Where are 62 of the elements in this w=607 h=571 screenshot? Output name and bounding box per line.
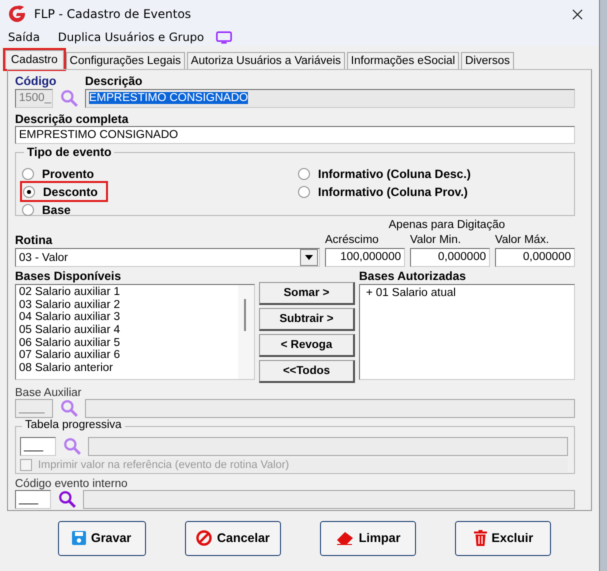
list-item[interactable]: 04 Salario auxiliar 3 [19, 311, 235, 324]
field-label: Base Auxiliar [15, 387, 82, 399]
list-item[interactable]: 03 Salario auxiliar 2 [19, 298, 235, 312]
scrollbar-thumb[interactable] [244, 299, 246, 331]
list-item[interactable]: 02 Salario auxiliar 1 [19, 286, 235, 299]
close-icon[interactable] [572, 8, 583, 20]
transfer-button[interactable]: <<Todos [259, 360, 355, 383]
menu-item[interactable]: Duplica Usuários e Grupo [58, 30, 204, 44]
list-item[interactable]: 06 Salario auxiliar 5 [19, 336, 235, 350]
tab[interactable]: Configurações Legais [66, 52, 185, 69]
field-label: Valor Máx. [495, 234, 550, 248]
transfer-button[interactable]: < Revoga [259, 334, 355, 357]
radio-option[interactable]: Base [22, 201, 79, 218]
list-title: Bases Disponíveis [15, 269, 122, 284]
field-label: Acréscimo [325, 234, 380, 248]
routine-dropdown[interactable]: 03 - Valor [15, 248, 320, 267]
list-item[interactable]: + 01 Salario atual [360, 285, 574, 300]
logo-icon [8, 5, 26, 23]
menu-item[interactable]: Saída [8, 30, 40, 44]
field-label: Rotina [15, 233, 54, 248]
max-value-field[interactable]: 0,000000 [495, 248, 575, 267]
list-item[interactable]: 08 Salario anterior [19, 362, 235, 375]
action-button[interactable]: Limpar [320, 520, 416, 556]
code-field[interactable]: ___ [20, 437, 56, 456]
prohibited-icon [196, 530, 212, 546]
tab[interactable]: Diversos [461, 52, 514, 69]
trash-icon [474, 530, 487, 546]
action-button[interactable]: Gravar [58, 520, 146, 556]
list-item[interactable]: 07 Salario auxiliar 6 [19, 349, 235, 362]
tab[interactable]: Cadastro [5, 50, 64, 69]
search-icon[interactable] [60, 89, 78, 107]
search-icon[interactable] [58, 490, 76, 508]
transfer-button[interactable]: Subtrair > [259, 308, 355, 331]
action-button[interactable]: Cancelar [184, 520, 281, 556]
search-icon[interactable] [63, 437, 81, 455]
field-label: Código evento interno [15, 478, 129, 490]
transfer-button[interactable]: Somar > [259, 282, 355, 305]
monitor-icon[interactable] [216, 30, 232, 44]
min-value-field[interactable]: 0,000000 [410, 248, 490, 267]
eraser-icon [336, 531, 354, 545]
radio-option[interactable]: Desconto [22, 183, 106, 200]
group-title: Tabela progressiva [22, 419, 125, 431]
field-label: Valor Min. [410, 234, 462, 248]
dropdown-arrow-icon [305, 255, 313, 260]
code-field[interactable]: ___ [15, 490, 51, 509]
action-button[interactable]: Excluir [455, 520, 552, 556]
search-icon[interactable] [60, 399, 78, 417]
field-label: Descrição [85, 74, 144, 89]
tab[interactable]: Informações eSocial [346, 52, 460, 69]
input-caption: Apenas para Digitação [388, 219, 505, 231]
field-label: Descrição completa [15, 112, 130, 126]
list-item[interactable]: 05 Salario auxiliar 4 [19, 324, 235, 337]
window-title: FLP - Cadastro de Eventos [34, 7, 192, 21]
increment-field[interactable]: 100,000000 [325, 248, 405, 267]
group-title: Tipo de evento [24, 145, 114, 160]
description-field[interactable]: EMPRESTIMO CONSIGNADO [85, 89, 575, 108]
list-title: Bases Autorizadas [359, 269, 467, 284]
radio-option[interactable]: Provento [22, 165, 102, 182]
radio-option[interactable]: Informativo (Coluna Prov.) [298, 183, 476, 200]
radio-option[interactable]: Informativo (Coluna Desc.) [298, 165, 479, 182]
full-description-field[interactable]: EMPRESTIMO CONSIGNADO [15, 126, 575, 144]
tab[interactable]: Autoriza Usuários a Variáveis [186, 52, 345, 69]
